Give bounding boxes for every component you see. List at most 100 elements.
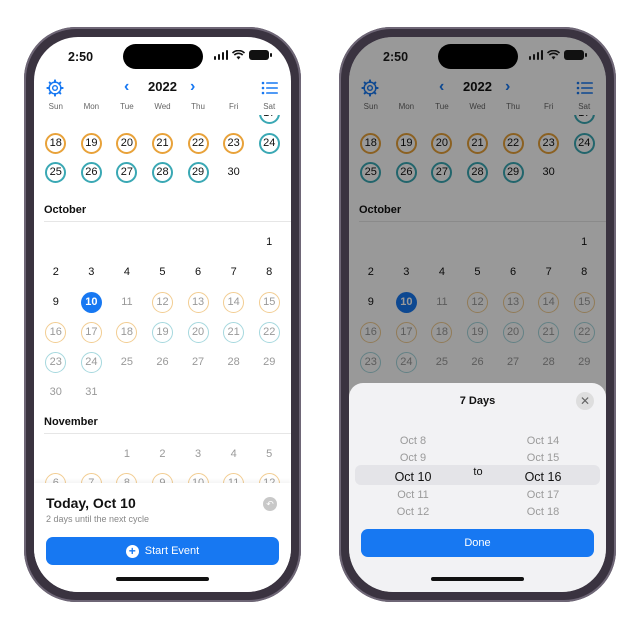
calendar-day[interactable]: 20	[109, 131, 145, 155]
calendar-day[interactable]: 31	[74, 380, 110, 404]
calendar-row: 17	[38, 115, 287, 125]
calendar-day[interactable]: 24	[74, 350, 110, 374]
chevron-left-icon[interactable]: ‹	[124, 78, 129, 96]
calendar-day[interactable]: 18	[109, 320, 145, 344]
weekday-header: Sun Mon Tue Wed Thu Fri Sat	[38, 102, 287, 111]
calendar-day[interactable]: 19	[145, 320, 181, 344]
month-label-october: October	[44, 204, 87, 216]
battery-icon	[564, 50, 587, 60]
picker-option-selected[interactable]: Oct 10	[373, 467, 453, 487]
calendar-day[interactable]: 17	[251, 115, 287, 125]
calendar-day[interactable]: 13	[180, 290, 216, 314]
calendar-day[interactable]: 26	[74, 160, 110, 184]
close-icon[interactable]: ✕	[576, 392, 594, 410]
calendar-day[interactable]: 21	[145, 131, 181, 155]
done-button[interactable]: Done	[361, 529, 594, 557]
picker-option[interactable]: Oct 15	[503, 450, 583, 467]
battery-icon	[249, 50, 272, 60]
calendar-day[interactable]: 19	[74, 131, 110, 155]
weekday-label: Sat	[263, 102, 276, 111]
today-panel: Today, Oct 10 2 days until the next cycl…	[34, 483, 291, 592]
picker-option[interactable]: Oct 18	[503, 504, 583, 521]
chevron-right-icon[interactable]: ›	[190, 78, 195, 96]
date-range-sheet: 7 Days ✕ Oct 8 Oct 9 Oct 10 Oct 11 Oct 1…	[349, 383, 606, 592]
calendar-day[interactable]: 25	[38, 160, 74, 184]
calendar-day[interactable]: 22	[251, 320, 287, 344]
calendar-day[interactable]: 4	[109, 260, 145, 284]
calendar-day[interactable]: 2	[145, 442, 181, 466]
start-event-label: Start Event	[144, 545, 200, 557]
calendar-day[interactable]: 3	[180, 442, 216, 466]
calendar-day[interactable]: 1	[109, 442, 145, 466]
calendar-day[interactable]: 30	[38, 380, 74, 404]
calendar-day[interactable]: 29	[180, 160, 216, 184]
calendar-day[interactable]: 20	[180, 320, 216, 344]
picker-option-selected[interactable]: Oct 16	[503, 467, 583, 487]
sheet-title: 7 Days	[459, 395, 496, 407]
picker-option[interactable]: Oct 12	[373, 504, 453, 521]
weekday-label: Sun	[48, 102, 63, 111]
start-event-button[interactable]: + Start Event	[46, 537, 279, 565]
calendar-day[interactable]: 5	[251, 442, 287, 466]
cycle-status: 2 days until the next cycle	[46, 514, 150, 524]
calendar-day[interactable]: 27	[180, 350, 216, 374]
calendar-day[interactable]: 9	[38, 290, 74, 314]
calendar-day[interactable]: 18	[38, 131, 74, 155]
calendar-day[interactable]: 17	[74, 320, 110, 344]
calendar-row: 2 3 4 5 6 7 8	[38, 260, 287, 284]
calendar-day[interactable]: 25	[109, 350, 145, 374]
calendar-row: 25 26 27 28 29 30	[38, 160, 287, 184]
picker-option[interactable]: Oct 17	[503, 487, 583, 504]
calendar-day[interactable]: 6	[180, 260, 216, 284]
calendar-day[interactable]: 5	[145, 260, 181, 284]
undo-icon[interactable]: ↶	[263, 497, 277, 511]
list-icon[interactable]	[261, 80, 279, 96]
calendar-day-today[interactable]: 10	[74, 290, 110, 314]
year-label: 2022	[148, 79, 177, 94]
calendar-day[interactable]: 16	[38, 320, 74, 344]
status-time: 2:50	[383, 50, 409, 64]
calendar-day[interactable]: 3	[74, 260, 110, 284]
today-title: Today, Oct 10	[46, 495, 136, 511]
status-icons	[213, 50, 272, 60]
calendar-day[interactable]: 23	[38, 350, 74, 374]
screen-calendar: 2:50 ‹ 2022 › Sun Mon Tue Wed Thu Fri Sa…	[34, 37, 291, 592]
end-date-wheel[interactable]: Oct 14 Oct 15 Oct 16 Oct 17 Oct 18	[503, 433, 583, 521]
calendar-row: 23 24 25 26 27 28 29	[38, 350, 287, 374]
calendar-day[interactable]: 21	[216, 320, 252, 344]
done-label: Done	[464, 537, 491, 549]
calendar-day[interactable]: 12	[145, 290, 181, 314]
picker-option[interactable]: Oct 11	[373, 487, 453, 504]
calendar-day[interactable]: 14	[216, 290, 252, 314]
calendar-day[interactable]: 29	[251, 350, 287, 374]
status-icons	[528, 50, 587, 60]
calendar-day[interactable]: 8	[251, 260, 287, 284]
picker-option[interactable]: Oct 14	[503, 433, 583, 450]
calendar-day[interactable]: 15	[251, 290, 287, 314]
range-separator: to	[473, 466, 483, 478]
calendar-day[interactable]: 7	[216, 260, 252, 284]
calendar-day[interactable]: 28	[145, 160, 181, 184]
screen-date-picker: 2:50 ‹ 2022 › Sun Mon Tue Wed Thu Fri Sa…	[349, 37, 606, 592]
calendar-day[interactable]: 22	[180, 131, 216, 155]
calendar-row: 9 10 11 12 13 14 15	[38, 290, 287, 314]
calendar-day[interactable]: 28	[216, 350, 252, 374]
calendar-day[interactable]: 4	[216, 442, 252, 466]
calendar-day[interactable]: 27	[109, 160, 145, 184]
phone-left: 2:50 ‹ 2022 › Sun Mon Tue Wed Thu Fri Sa…	[24, 27, 301, 602]
picker-option[interactable]: Oct 9	[373, 450, 453, 467]
signal-icon	[528, 50, 543, 60]
start-date-wheel[interactable]: Oct 8 Oct 9 Oct 10 Oct 11 Oct 12	[373, 433, 453, 521]
weekday-label: Mon	[83, 102, 100, 111]
calendar-day[interactable]: 30	[216, 160, 252, 184]
weekday-label: Fri	[228, 102, 239, 111]
calendar-day[interactable]: 2	[38, 260, 74, 284]
divider	[44, 221, 291, 222]
calendar-day[interactable]: 26	[145, 350, 181, 374]
calendar-day[interactable]: 23	[216, 131, 252, 155]
calendar-day[interactable]: 1	[251, 230, 287, 254]
calendar-day[interactable]: 24	[251, 131, 287, 155]
picker-option[interactable]: Oct 8	[373, 433, 453, 450]
calendar-day[interactable]: 11	[109, 290, 145, 314]
date-range-picker[interactable]: Oct 8 Oct 9 Oct 10 Oct 11 Oct 12 to Oct …	[349, 433, 606, 523]
